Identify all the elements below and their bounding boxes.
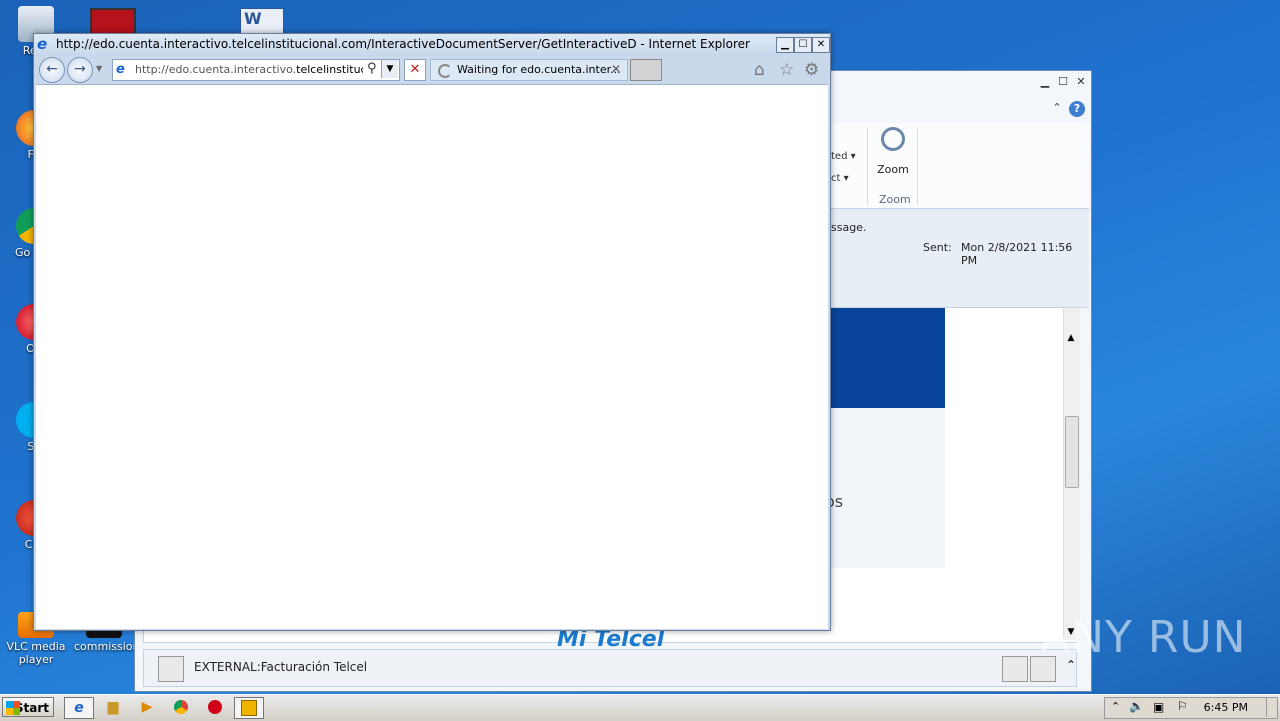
zoom-group-label: Zoom xyxy=(879,193,911,206)
start-button[interactable]: Start xyxy=(2,697,54,717)
ribbon-separator xyxy=(867,127,868,205)
network-icon[interactable]: ▣ xyxy=(1153,700,1164,714)
page-content-area xyxy=(36,84,828,629)
close-button[interactable]: ✕ xyxy=(812,37,830,53)
new-tab-button[interactable] xyxy=(630,59,662,81)
address-dropdown-button[interactable]: ▼ xyxy=(381,60,398,78)
contact-avatar-icon[interactable] xyxy=(1002,656,1028,682)
taskbar-media-player-icon[interactable]: ▶ xyxy=(136,697,158,717)
email-content-block: os xyxy=(825,408,945,568)
windows-logo-icon xyxy=(6,701,20,715)
anyrun-watermark: ANY RUN xyxy=(1040,612,1247,663)
home-icon[interactable]: ⌂ xyxy=(754,60,765,80)
sent-label: Sent: xyxy=(923,241,952,254)
message-info-partial: ssage. xyxy=(831,221,867,234)
system-tray: ⌃ 🔈 ▣ ⚐ xyxy=(1104,697,1278,719)
clock[interactable]: 6:45 PM xyxy=(1204,701,1248,714)
tab-label: Waiting for edo.cuenta.inter... xyxy=(457,63,621,76)
search-icon[interactable]: ⚲ xyxy=(367,61,377,76)
taskbar-chrome-icon[interactable] xyxy=(170,697,192,717)
back-button[interactable]: ← xyxy=(39,57,65,83)
scroll-up-arrow-icon[interactable]: ▲ xyxy=(1065,333,1077,345)
taskbar-ie-button[interactable]: e xyxy=(64,697,94,719)
loading-spinner-icon xyxy=(438,64,452,78)
minimize-button[interactable]: ▁ xyxy=(776,37,794,53)
email-banner-block xyxy=(825,308,945,408)
help-icon[interactable]: ? xyxy=(1069,101,1085,117)
outlook-icon xyxy=(241,700,257,716)
outlook-close-button[interactable]: ✕ xyxy=(1073,75,1089,89)
ribbon-collapse-icon[interactable]: ⌃ xyxy=(1049,101,1065,115)
outlook-minimize-button[interactable]: ▁ xyxy=(1037,75,1053,89)
address-bar[interactable]: e http://edo.cuenta.interactivo.telcelin… xyxy=(112,59,400,81)
stop-button[interactable]: ✕ xyxy=(404,59,426,81)
ribbon-separator xyxy=(917,127,918,205)
address-bar-url[interactable]: http://edo.cuenta.interactivo.telcelinst… xyxy=(135,63,363,76)
show-hidden-icons-icon[interactable]: ⌃ xyxy=(1111,700,1120,713)
taskbar: Start e ▆ ▶ ⌃ 🔈 ▣ ⚐ 6:45 PM xyxy=(0,694,1280,721)
people-pane-name[interactable]: EXTERNAL:Facturación Telcel xyxy=(194,660,367,674)
ie-logo-icon: e xyxy=(37,35,48,53)
zoom-button[interactable]: Zoom xyxy=(873,125,913,176)
opera-icon xyxy=(208,700,222,714)
tools-gear-icon[interactable]: ⚙ xyxy=(804,60,819,80)
tab-close-icon[interactable]: ✕ xyxy=(611,62,621,76)
forward-button[interactable]: → xyxy=(67,57,93,83)
ie-window-title: http://edo.cuenta.interactivo.telcelinst… xyxy=(56,37,750,51)
ribbon-partial-item[interactable]: ted ▾ xyxy=(831,151,856,162)
favorites-icon[interactable]: ☆ xyxy=(779,60,794,80)
maximize-button[interactable]: ☐ xyxy=(794,37,812,53)
url-domain: telcelinstitucio... xyxy=(296,63,363,76)
internet-explorer-window: e http://edo.cuenta.interactivo.telcelin… xyxy=(33,33,831,631)
volume-icon[interactable]: 🔈 xyxy=(1129,699,1144,713)
word-file-icon[interactable]: W xyxy=(240,8,284,34)
zoom-button-label: Zoom xyxy=(877,163,909,176)
show-desktop-button[interactable] xyxy=(1266,697,1279,717)
recent-pages-dropdown-icon[interactable]: ▼ xyxy=(96,64,102,73)
page-ie-icon: e xyxy=(116,62,125,77)
desktop-icon-label: commission xyxy=(74,640,140,653)
url-prefix: http://edo.cuenta.interactivo. xyxy=(135,63,297,76)
contact-avatar-icon xyxy=(158,656,184,682)
chrome-icon xyxy=(174,700,188,714)
action-center-flag-icon[interactable]: ⚐ xyxy=(1177,699,1188,713)
magnifier-icon xyxy=(881,127,905,151)
ribbon-partial-item[interactable]: ct ▾ xyxy=(831,173,849,184)
outlook-maximize-button[interactable]: ☐ xyxy=(1055,75,1071,89)
people-pane: EXTERNAL:Facturación Telcel ⌃ xyxy=(143,649,1077,687)
desktop-icon-label: VLC media player xyxy=(6,640,66,666)
tab-active[interactable]: Waiting for edo.cuenta.inter... ✕ xyxy=(430,59,628,81)
sent-value: Mon 2/8/2021 11:56 PM xyxy=(961,241,1073,267)
taskbar-opera-icon[interactable] xyxy=(204,697,226,717)
taskbar-explorer-icon[interactable]: ▆ xyxy=(102,697,124,717)
scrollbar-thumb[interactable] xyxy=(1065,416,1079,488)
ie-title-bar[interactable]: e http://edo.cuenta.interactivo.telcelin… xyxy=(34,34,830,56)
taskbar-outlook-button[interactable] xyxy=(234,697,264,719)
